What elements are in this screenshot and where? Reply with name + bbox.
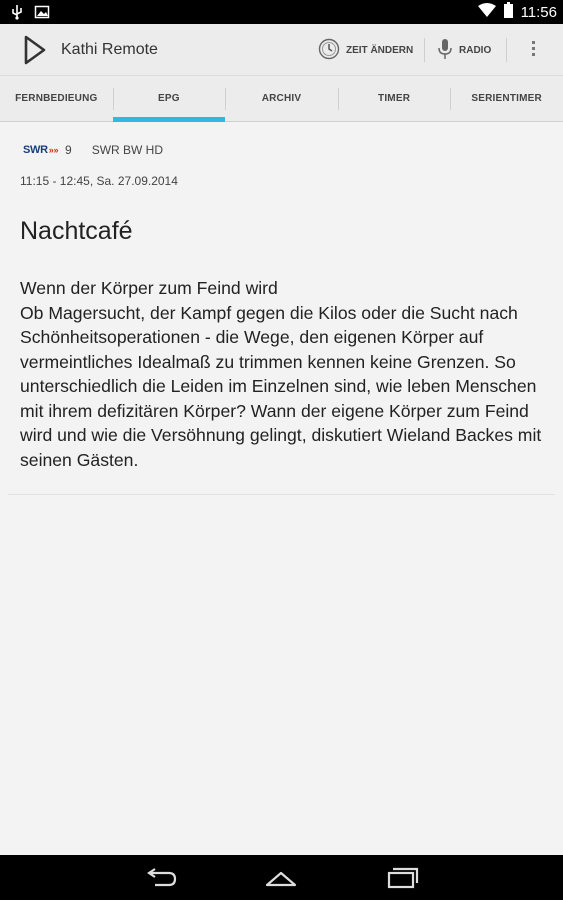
tab-epg[interactable]: EPG [112, 76, 226, 122]
app-title: Kathi Remote [61, 41, 158, 58]
program-description: Wenn der Körper zum Feind wird Ob Magers… [20, 278, 542, 470]
recents-icon[interactable] [385, 865, 421, 891]
image-icon [34, 4, 50, 25]
usb-icon [10, 4, 24, 25]
back-icon[interactable] [143, 865, 179, 891]
tab-archiv[interactable]: ARCHIV [225, 76, 338, 121]
tab-timer[interactable]: TIMER [337, 76, 451, 121]
microphone-icon [437, 37, 453, 64]
action-divider [506, 38, 507, 62]
wifi-icon [477, 2, 496, 22]
clock-icon [318, 38, 340, 63]
navigation-bar [0, 855, 563, 900]
app-play-icon[interactable] [22, 34, 48, 66]
change-time-button[interactable]: ZEIT ÄNDERN [318, 34, 413, 66]
action-divider [424, 38, 425, 62]
action-bar: Kathi Remote ZEIT ÄNDERN RADIO [0, 24, 563, 76]
battery-icon [503, 1, 513, 23]
program-time: 11:15 - 12:45, Sa. 27.09.2014 [20, 174, 178, 188]
radio-label: RADIO [459, 44, 492, 56]
status-bar: 11:56 [0, 0, 563, 24]
program-card: SWR»» 9 SWR BW HD 11:15 - 12:45, Sa. 27.… [8, 123, 555, 495]
program-title: Nachtcafé [20, 217, 133, 245]
channel-row: SWR»» 9 SWR BW HD [23, 141, 163, 159]
home-icon[interactable] [263, 865, 299, 891]
change-time-label: ZEIT ÄNDERN [346, 44, 414, 56]
tab-serientimer[interactable]: SERIENTIMER [450, 76, 563, 121]
channel-logo: SWR»» [23, 144, 59, 156]
tab-fernbedieung[interactable]: FERNBEDIEUNG [0, 76, 113, 121]
radio-button[interactable]: RADIO [437, 34, 491, 66]
channel-name: SWR BW HD [91, 143, 164, 157]
tab-bar: FERNBEDIEUNG EPG ARCHIV TIMER SERIENTIME… [0, 76, 563, 122]
overflow-menu-icon[interactable] [524, 38, 542, 62]
status-time: 11:56 [520, 3, 557, 21]
epg-detail: SWR»» 9 SWR BW HD 11:15 - 12:45, Sa. 27.… [0, 123, 563, 855]
channel-number: 9 [65, 143, 72, 157]
